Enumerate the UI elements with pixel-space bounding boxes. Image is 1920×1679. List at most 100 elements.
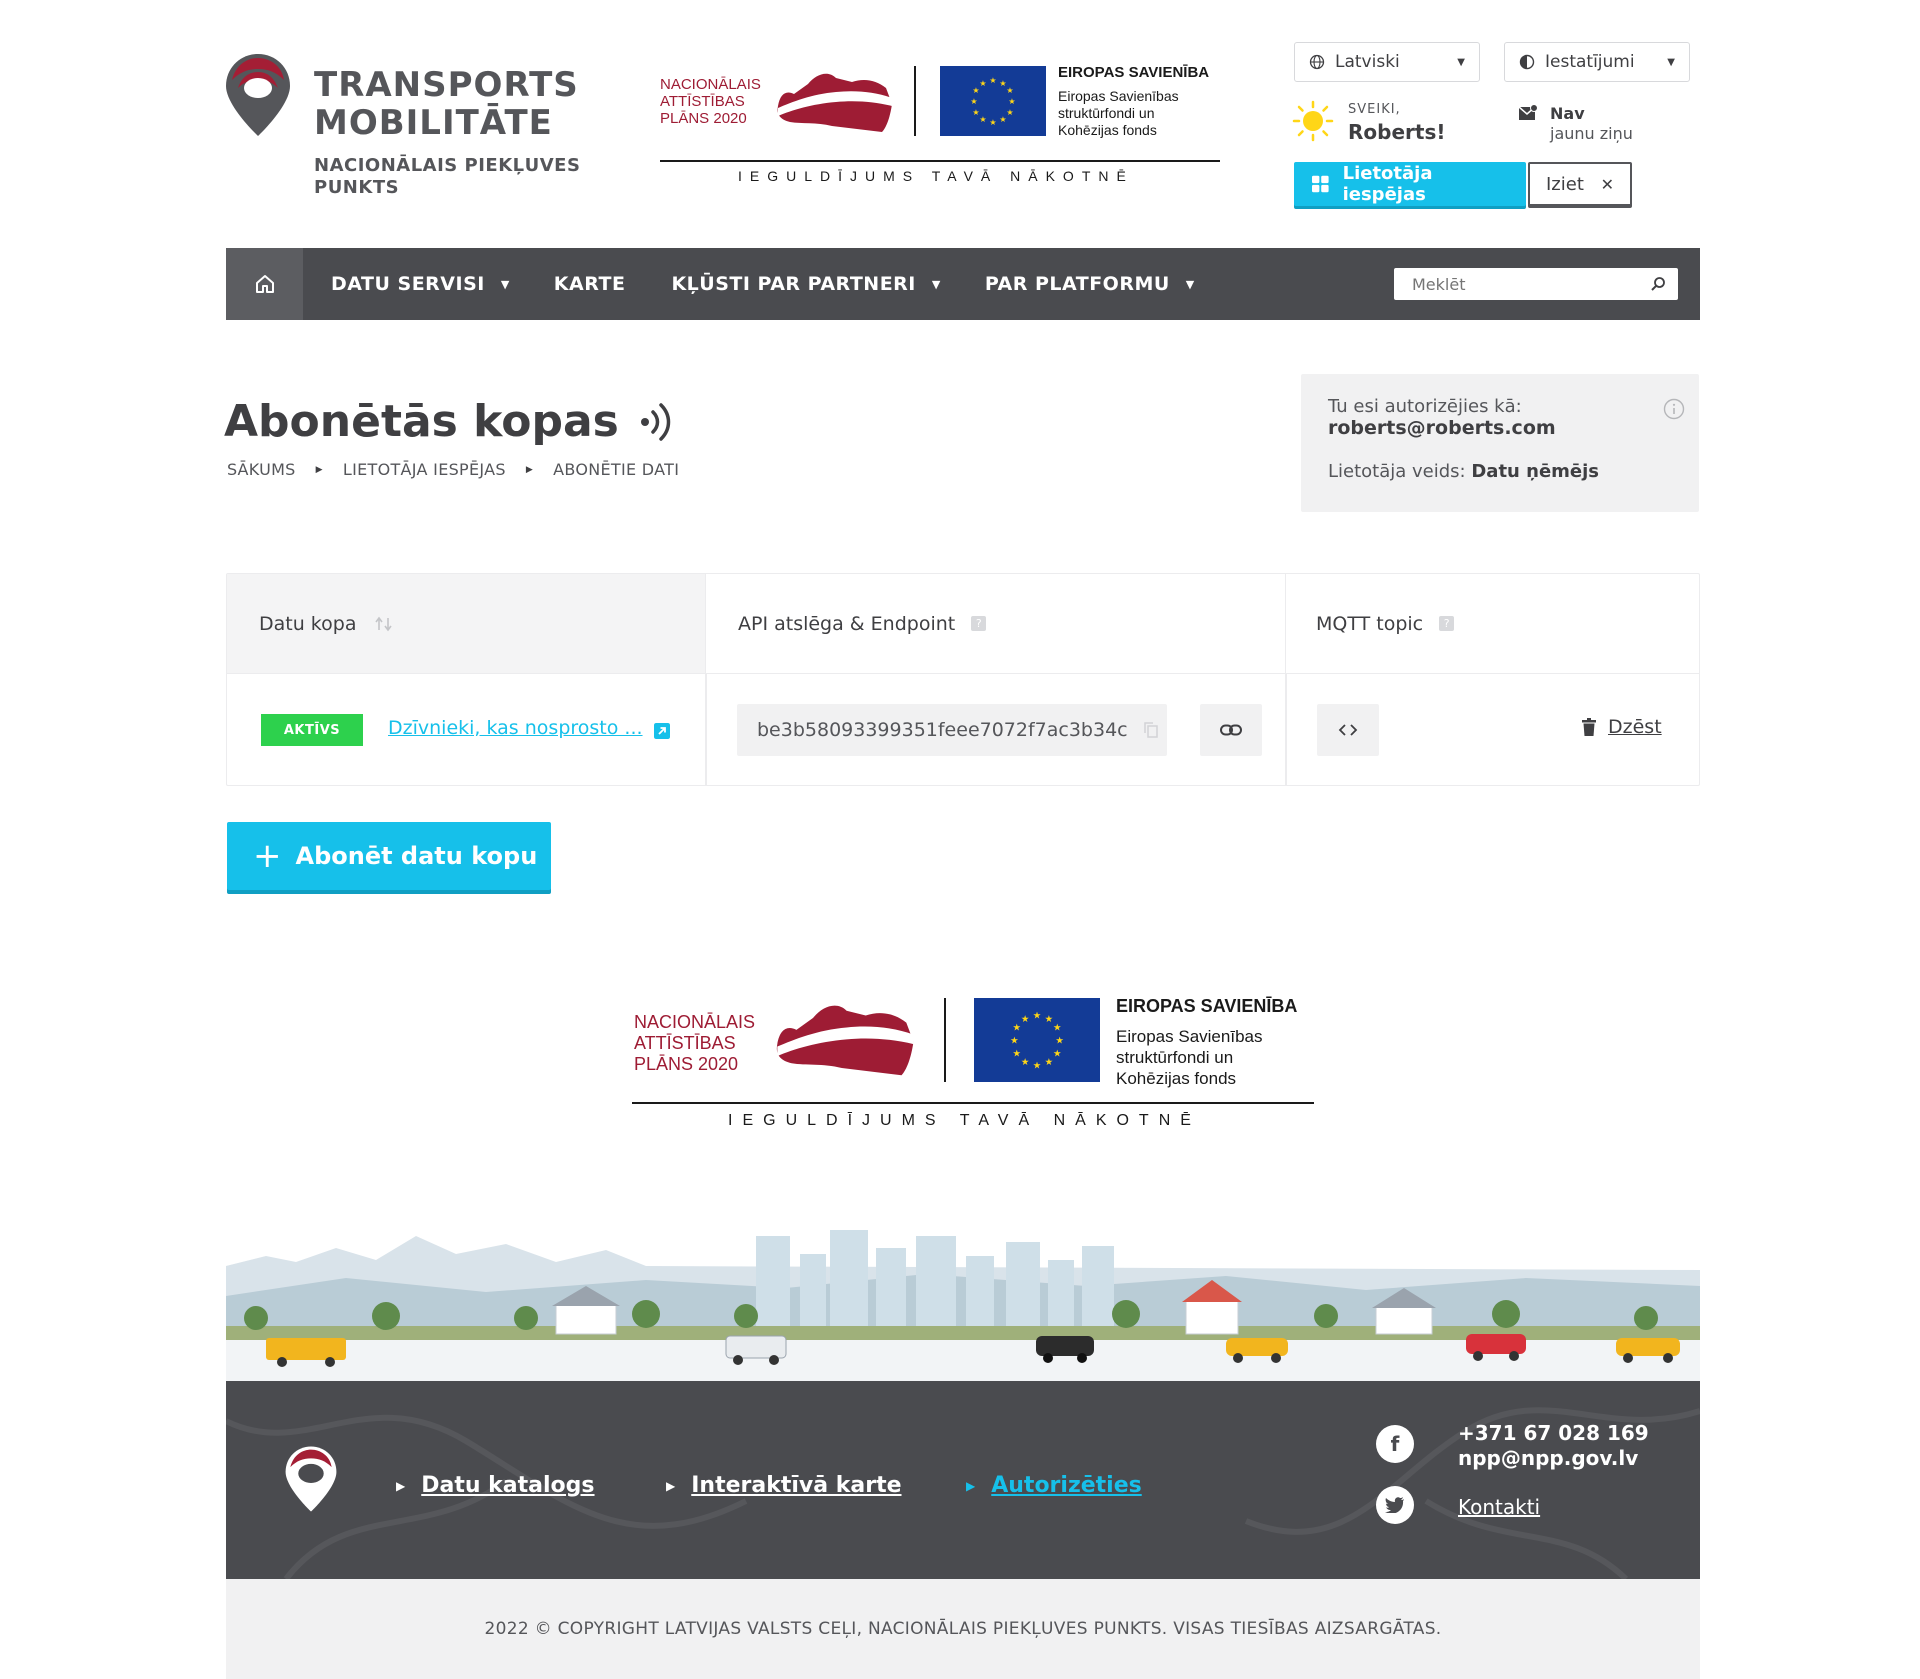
chevron-down-icon: ▼ <box>1667 56 1675 68</box>
api-key-field[interactable]: be3b58093399351feee7072f7ac3b34c <box>737 704 1167 756</box>
help-icon[interactable]: ? <box>1439 616 1455 631</box>
help-icon[interactable]: ? <box>971 616 987 631</box>
svg-text:★: ★ <box>989 118 996 127</box>
svg-text:★: ★ <box>972 108 979 117</box>
breadcrumb-item-home[interactable]: SĀKUMS <box>227 460 296 479</box>
eu-flag-icon: ★ ★ ★ ★ ★ ★ ★ ★ ★ ★ ★ ★ <box>974 998 1100 1082</box>
svg-text:★: ★ <box>1033 1061 1042 1072</box>
caret-right-icon: ▶ <box>525 464 534 475</box>
eu-flag-icon: ★ ★ ★ ★ ★ ★ ★ ★ ★ ★ ★ ★ <box>940 66 1046 136</box>
eu-sub-line2: struktūrfondi un <box>1116 1048 1234 1067</box>
language-value: Latviski <box>1335 52 1400 72</box>
api-key-value: be3b58093399351feee7072f7ac3b34c <box>757 719 1128 741</box>
info-icon[interactable] <box>1663 398 1685 420</box>
sort-icon[interactable] <box>374 616 394 632</box>
footer-contacts-link[interactable]: Kontakti <box>1458 1495 1540 1519</box>
breadcrumb-item-user-options[interactable]: LIETOTĀJA IESPĒJAS <box>343 460 506 479</box>
greeting-name: Roberts! <box>1348 120 1446 144</box>
eu-sub-line3: Kohēzijas fonds <box>1058 122 1157 138</box>
twitter-icon[interactable] <box>1376 1486 1414 1524</box>
logout-button[interactable]: Iziet ✕ <box>1528 162 1632 206</box>
footer-phone[interactable]: +371 67 028 169 <box>1458 1421 1649 1446</box>
eu-sub-line3: Kohēzijas fonds <box>1116 1069 1237 1088</box>
broadcast-icon <box>640 402 671 441</box>
search-input[interactable] <box>1412 274 1632 294</box>
endpoint-link-button[interactable] <box>1200 704 1262 756</box>
nav-item-data-services[interactable]: DATU SERVISI ▼ <box>331 273 510 295</box>
eu-sub-line1: Eiropas Savienības <box>1058 88 1179 104</box>
caret-right-icon: ▶ <box>396 1478 406 1493</box>
svg-text:★: ★ <box>1053 1049 1062 1060</box>
brand-logo-icon[interactable] <box>224 52 292 138</box>
user-type-value: Datu ņēmējs <box>1471 461 1600 482</box>
column-divider <box>705 674 707 786</box>
svg-text:★: ★ <box>1006 86 1013 95</box>
column-header-dataset[interactable]: Datu kopa <box>227 574 705 673</box>
user-options-button[interactable]: Lietotāja iespējas <box>1294 162 1526 206</box>
copy-icon[interactable] <box>1143 722 1158 738</box>
logo-divider <box>944 998 946 1082</box>
column-header-label: MQTT topic <box>1316 612 1424 635</box>
subscribe-dataset-label: Abonēt datu kopu <box>295 842 538 870</box>
language-select[interactable]: Latviski ▼ <box>1294 42 1480 82</box>
subscribe-dataset-button[interactable]: + Abonēt datu kopu <box>227 822 551 890</box>
nap-line3: PLĀNS 2020 <box>634 1054 739 1074</box>
svg-text:★: ★ <box>1053 1022 1062 1033</box>
search-box <box>1394 268 1678 300</box>
eu-title: EIROPAS SAVIENĪBA <box>1116 996 1298 1016</box>
news-status: Nav <box>1550 104 1585 123</box>
footer-link-label: Interaktīvā karte <box>691 1473 902 1498</box>
footer-link-data-catalog[interactable]: ▶ Datu katalogs <box>396 1473 595 1498</box>
caret-right-icon: ▶ <box>966 1478 976 1493</box>
svg-text:★: ★ <box>979 79 986 88</box>
subscriptions-table: Datu kopa API atslēga & Endpoint ? MQTT … <box>226 573 1700 786</box>
nav-item-about-platform[interactable]: PAR PLATFORMU ▼ <box>985 273 1195 295</box>
nav-label: PAR PLATFORMU <box>984 273 1170 295</box>
caret-right-icon: ▶ <box>666 1478 676 1493</box>
contrast-icon <box>1519 54 1535 70</box>
svg-text:★: ★ <box>1045 1057 1054 1068</box>
nap-line1: NACIONĀLAIS <box>634 1012 756 1032</box>
nap-text: NACIONĀLAIS ATTĪSTĪBAS PLĀNS 2020 <box>634 1012 755 1075</box>
column-header-label: API atslēga & Endpoint <box>738 612 956 635</box>
footer-email[interactable]: npp@npp.gov.lv <box>1458 1446 1649 1471</box>
plus-icon: + <box>253 836 282 876</box>
sun-icon <box>1292 100 1334 142</box>
footer-logo-icon[interactable] <box>284 1443 338 1515</box>
external-link-icon[interactable] <box>654 723 670 739</box>
svg-text:★: ★ <box>970 97 977 106</box>
brand-title-line1: TRANSPORTS <box>314 65 579 105</box>
status-badge: AKTĪVS <box>261 714 363 746</box>
slogan: IEGULDĪJUMS TAVĀ NĀKOTNĒ <box>728 1112 1201 1129</box>
nav-item-become-partner[interactable]: KĻŪSTI PAR PARTNERI ▼ <box>671 273 940 295</box>
footer-link-login[interactable]: ▶ Autorizēties <box>966 1473 1142 1498</box>
footer-link-label: Datu katalogs <box>421 1473 595 1498</box>
svg-text:★: ★ <box>1021 1014 1030 1025</box>
nav-label: DATU SERVISI <box>331 273 485 295</box>
svg-text:★: ★ <box>979 115 986 124</box>
mqtt-code-button[interactable] <box>1317 704 1379 756</box>
chevron-down-icon: ▼ <box>1457 56 1465 68</box>
settings-select[interactable]: Iestatījumi ▼ <box>1504 42 1690 82</box>
auth-label: Tu esi autorizējies kā: <box>1328 396 1522 417</box>
nav-label: KARTE <box>553 273 626 295</box>
user-type: Lietotāja veids: Datu ņēmējs <box>1328 461 1672 482</box>
home-button[interactable] <box>226 248 303 320</box>
brand-subtitle: NACIONĀLAIS PIEKĻUVES PUNKTS <box>314 155 580 199</box>
facebook-icon[interactable]: f <box>1376 1425 1414 1463</box>
brand-title: TRANSPORTS MOBILITĀTE <box>314 66 579 142</box>
nav-item-map[interactable]: KARTE <box>554 273 626 295</box>
mail-icon <box>1518 104 1538 120</box>
dataset-link[interactable]: Dzīvnieki, kas nosprosto ... <box>388 717 643 739</box>
delete-button[interactable]: Dzēst <box>1582 716 1662 738</box>
svg-text:★: ★ <box>989 76 996 85</box>
user-type-label: Lietotāja veids: <box>1328 461 1466 482</box>
search-icon[interactable] <box>1650 276 1666 292</box>
footer-link-interactive-map[interactable]: ▶ Interaktīvā karte <box>666 1473 902 1498</box>
copyright-bar: 2022 © COPYRIGHT LATVIJAS VALSTS CEĻI, N… <box>226 1579 1700 1679</box>
eu-funding-logo-bottom: NACIONĀLAIS ATTĪSTĪBAS PLĀNS 2020 ★ ★ ★ ★ ★… <box>628 990 1318 1140</box>
chevron-down-icon: ▼ <box>500 277 510 291</box>
svg-text:★: ★ <box>1055 1036 1064 1047</box>
caret-right-icon: ▶ <box>315 464 323 475</box>
auth-info-box: Tu esi autorizējies kā: roberts@roberts.… <box>1301 374 1699 512</box>
